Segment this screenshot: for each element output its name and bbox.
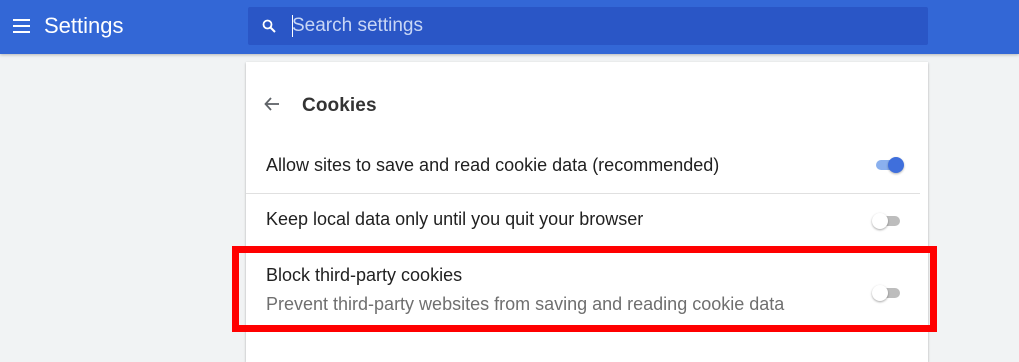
setting-label: Allow sites to save and read cookie data… xyxy=(266,155,720,175)
setting-row-keep-local-data[interactable]: Keep local data only until you quit your… xyxy=(246,194,928,246)
search-box[interactable] xyxy=(248,7,928,45)
setting-label: Keep local data only until you quit your… xyxy=(266,209,644,229)
block-third-party-cookies-toggle[interactable] xyxy=(872,285,902,301)
back-arrow-icon[interactable] xyxy=(263,94,283,114)
setting-label: Block third-party cookies xyxy=(266,265,463,285)
text-cursor xyxy=(292,15,293,37)
app-title: Settings xyxy=(44,13,124,38)
setting-description: Prevent third-party websites from saving… xyxy=(266,294,785,314)
cookies-settings-card: Cookies Allow sites to save and read coo… xyxy=(246,62,928,362)
top-toolbar: Settings xyxy=(0,0,1019,54)
allow-cookies-toggle[interactable] xyxy=(874,157,904,173)
subpage-header: Cookies xyxy=(246,80,928,136)
setting-row-allow-cookies[interactable]: Allow sites to save and read cookie data… xyxy=(246,146,928,194)
search-icon xyxy=(262,19,276,33)
setting-row-block-third-party[interactable]: Block third-party cookies Prevent third-… xyxy=(246,249,928,329)
page-title: Cookies xyxy=(302,95,377,116)
hamburger-menu-icon[interactable] xyxy=(12,17,32,35)
search-input[interactable] xyxy=(292,13,892,39)
keep-local-data-toggle[interactable] xyxy=(872,213,902,229)
